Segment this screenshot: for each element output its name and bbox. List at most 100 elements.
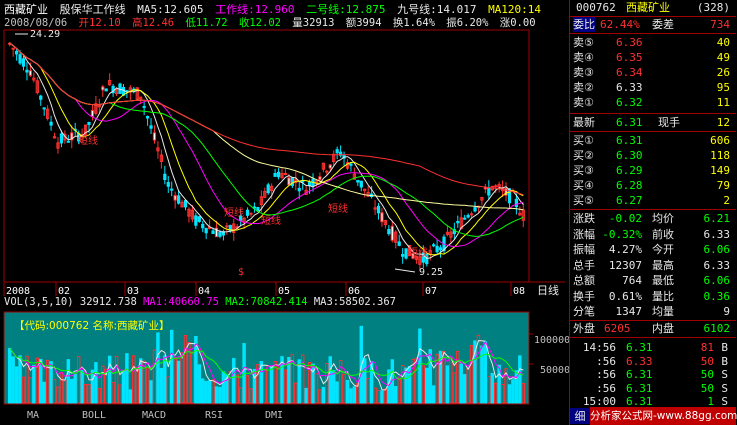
stat-row: 涨幅 -0.32% 前收 6.33 <box>570 227 736 242</box>
candle-body <box>42 107 46 110</box>
volume-bar <box>8 347 12 404</box>
candle-body <box>145 115 150 119</box>
candle-body <box>166 182 170 187</box>
outer-inner-row: 外盘 6205 内盘 6102 <box>570 321 736 336</box>
tab-dmi[interactable]: DMI <box>248 409 300 423</box>
candle-body <box>473 207 477 212</box>
volume-bar <box>128 389 133 404</box>
detail-tab[interactable]: 细 <box>570 408 590 424</box>
volume-bar <box>18 355 22 404</box>
stat-value-2: 0.36 <box>703 289 731 303</box>
bid-row[interactable]: 买⑤ 6.27 2 <box>570 193 736 208</box>
volume-bar <box>269 366 274 404</box>
stat-label-2: 最高 <box>652 258 674 272</box>
stat-label: 涨跌 <box>573 212 595 225</box>
stat-label: 涨幅 <box>573 227 595 241</box>
candle-body <box>466 214 470 218</box>
ask-row[interactable]: 卖② 6.33 95 <box>570 80 736 95</box>
stat-value: 0.61% <box>608 289 642 303</box>
volume-bar <box>507 384 512 404</box>
volume-bar <box>11 356 15 404</box>
low-label: 9.25 <box>419 267 443 278</box>
level-volume: 2 <box>723 194 730 207</box>
price-chart[interactable]: 24.29 9.25 短线 短线 短线 短线 短线 $ 2008 02 03 04 05… <box>0 28 569 298</box>
volume-bar <box>404 367 408 404</box>
stat-value: 12307 <box>608 258 642 272</box>
short-line-label-3: 短线 <box>328 202 348 215</box>
candle-body <box>328 164 332 169</box>
volume-bar <box>459 363 463 404</box>
weibi-row: 委比 62.44% 委差 734 <box>570 17 736 32</box>
ask-row[interactable]: 卖③ 6.34 26 <box>570 65 736 80</box>
ohlc-header: 2008/08/06 开12.10 高12.46 低11.72 收12.02 量… <box>4 15 541 29</box>
stock-code: 000762 <box>576 1 616 14</box>
volume-bar <box>32 364 36 404</box>
stat-row: 振幅 4.27% 今开 6.06 <box>570 242 736 257</box>
level-volume: 118 <box>710 149 730 162</box>
volume-bar <box>42 381 46 404</box>
bid-row[interactable]: 买③ 6.29 149 <box>570 163 736 178</box>
chart-area: 西藏矿业 殷保华工作线 MA5:12.605 工作线:12.960 二号线:12… <box>0 0 569 425</box>
weibi-label: 委比 <box>573 17 595 32</box>
ask-row[interactable]: 卖⑤ 6.36 40 <box>570 35 736 50</box>
candle-body <box>49 121 53 126</box>
level-volume: 49 <box>716 51 730 64</box>
ask-row[interactable]: 卖① 6.32 11 <box>570 95 736 110</box>
volume-bar <box>94 362 98 404</box>
cur-hand-label: 现手 <box>658 116 680 129</box>
weibi-value: 62.44% <box>600 18 640 31</box>
level-price: 6.28 <box>616 179 643 192</box>
volume-bar <box>163 355 167 404</box>
level-label: 买② <box>573 149 594 162</box>
stat-row: 涨跌 -0.02 均价 6.21 <box>570 211 736 226</box>
quote-header: 000762 西藏矿业 (328) <box>570 0 736 17</box>
level-volume: 95 <box>716 81 730 94</box>
volume-bar <box>14 366 19 404</box>
candle-body <box>218 232 222 237</box>
candle-body <box>225 225 229 228</box>
month-label: 07 <box>425 286 437 297</box>
level-volume: 606 <box>710 134 730 147</box>
stat-label: 分笔 <box>573 305 595 318</box>
volume-bar <box>387 369 391 404</box>
ask-row[interactable]: 卖④ 6.35 49 <box>570 50 736 65</box>
last-price-row: 最新 6.31 现手 12 <box>570 115 736 130</box>
level-price: 6.27 <box>616 194 643 207</box>
bid-row[interactable]: 买② 6.30 118 <box>570 148 736 163</box>
candle-body <box>456 221 460 224</box>
volume-bar <box>176 360 181 404</box>
candle-body <box>18 54 22 64</box>
bid-row[interactable]: 买① 6.31 606 <box>570 133 736 148</box>
vol-ma2: MA2:70842.414 <box>225 296 308 308</box>
code-banner: 【代码:000762 名称:西藏矿业】 <box>14 320 170 332</box>
tab-rsi[interactable]: RSI <box>188 409 240 423</box>
candle-body <box>149 125 153 129</box>
candle-body <box>397 241 401 246</box>
vol-ma3: MA3:58502.367 <box>313 296 396 308</box>
volume-bar <box>70 378 74 404</box>
candle-body <box>59 133 64 144</box>
volume-bar <box>218 386 222 404</box>
bid-row[interactable]: 买④ 6.28 79 <box>570 178 736 193</box>
candle-body <box>273 172 277 177</box>
high-label: 24.29 <box>30 29 60 40</box>
candle-body <box>183 200 188 208</box>
candle-body <box>387 228 391 235</box>
ma-line-120 <box>9 42 524 196</box>
tab-boll[interactable]: BOLL <box>68 409 120 423</box>
volume-bar <box>349 388 353 404</box>
tab-macd[interactable]: MACD <box>128 409 180 423</box>
footer-brand[interactable]: 分析家公式网-www.88gg.com <box>590 407 737 425</box>
candle-body <box>249 212 253 215</box>
vol-ylabel-2: 50000 <box>540 365 569 376</box>
stat-label-2: 量比 <box>652 289 674 303</box>
tab-ma[interactable]: MA <box>10 409 56 423</box>
stat-label: 总额 <box>573 274 595 287</box>
level-price: 6.36 <box>616 36 643 49</box>
level-volume: 40 <box>716 36 730 49</box>
volume-bar <box>380 390 384 404</box>
inner-value: 6102 <box>703 322 731 335</box>
level-price: 6.34 <box>616 66 643 79</box>
candle-body <box>39 95 43 100</box>
vol-value: 32912.738 <box>79 296 137 308</box>
